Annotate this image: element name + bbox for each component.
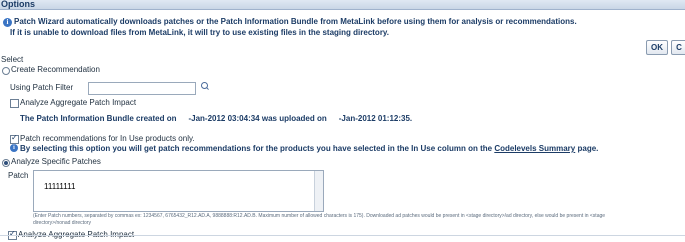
inuse-products-label: Patch recommendations for In Use product… — [20, 134, 195, 143]
patch-textarea-scrollbar[interactable] — [314, 171, 323, 211]
patch-hint-line-1: (Enter Patch numbers, separated by comma… — [33, 213, 606, 219]
options-header-band — [0, 0, 685, 10]
info-line-2: If it is unable to download files from M… — [10, 28, 390, 37]
cancel-button[interactable]: C — [671, 40, 685, 55]
ok-button[interactable]: OK — [646, 40, 668, 55]
inuse-products-checkbox[interactable] — [10, 133, 19, 144]
bundle-date-2: -Jan-2012 01:12:35. — [338, 114, 413, 123]
analyze-specific-patches-label: Analyze Specific Patches — [11, 157, 101, 166]
patch-filter-input[interactable] — [88, 82, 196, 95]
analyze-aggregate-checkbox-1[interactable] — [10, 99, 19, 108]
patch-filter-label: Using Patch Filter — [10, 83, 74, 92]
patch-hint-line-2: directory>/nonad directory — [33, 220, 91, 226]
create-recommendation-radio[interactable] — [2, 67, 10, 75]
bottom-divider — [0, 235, 685, 236]
analyze-specific-patches-radio[interactable] — [2, 159, 10, 167]
analyze-aggregate-label-1: Analyze Aggregate Patch Impact — [20, 98, 137, 107]
inuse-note: By selecting this option you will get pa… — [20, 144, 598, 153]
bundle-date-1: -Jan-2012 03:04:34 was uploaded on — [188, 114, 327, 123]
patch-textarea[interactable]: 11111111 — [33, 170, 324, 212]
info-icon: i — [3, 18, 12, 27]
select-label: Select — [1, 55, 24, 64]
inuse-note-suffix: page. — [577, 144, 599, 153]
inuse-note-prefix: By selecting this option you will get pa… — [20, 144, 493, 153]
codelevels-summary-link[interactable]: Codelevels Summary — [494, 144, 575, 153]
page-title: Options — [1, 0, 35, 9]
bundle-info: The Patch Information Bundle created on -… — [20, 114, 412, 123]
bundle-prefix: The Patch Information Bundle created on — [20, 114, 177, 123]
patch-textarea-value: 11111111 — [44, 182, 76, 191]
create-recommendation-label: Create Recommendation — [11, 65, 100, 74]
patch-label: Patch — [8, 171, 29, 180]
search-icon[interactable] — [201, 82, 208, 89]
info-line-1: Patch Wizard automatically downloads pat… — [14, 17, 577, 26]
info-icon: i — [10, 144, 18, 152]
